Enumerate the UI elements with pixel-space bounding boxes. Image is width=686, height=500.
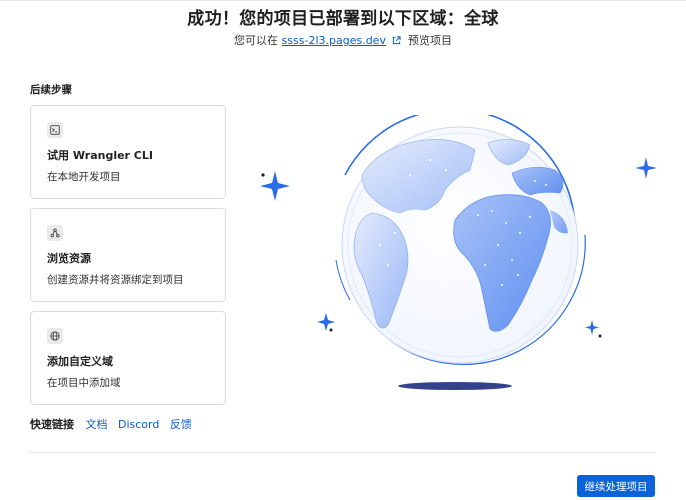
card-browse-resources[interactable]: 浏览资源 创建资源并将资源绑定到项目 [30,208,226,302]
subtitle-prefix: 您可以在 [234,34,279,47]
quick-links: 快速链接 文档 Discord 反馈 [30,416,199,432]
globe-icon [47,328,63,344]
divider [30,452,655,453]
quick-links-label: 快速链接 [30,418,74,431]
card-title: 添加自定义域 [47,355,113,368]
card-try-wrangler[interactable]: 试用 Wrangler CLI 在本地开发项目 [30,105,226,199]
feedback-link[interactable]: 反馈 [170,418,192,431]
page-title: 成功！您的项目已部署到以下区域：全球 [187,9,499,29]
card-description: 在项目中添加域 [47,377,121,389]
top-border [0,0,686,1]
card-title: 浏览资源 [47,252,91,265]
subtitle-suffix: 预览项目 [407,34,452,47]
card-description: 创建资源并将资源绑定到项目 [47,274,184,286]
discord-link[interactable]: Discord [118,418,159,431]
card-description: 在本地开发项目 [47,171,121,183]
subtitle: 您可以在 ssss-2l3.pages.dev 预览项目 [0,32,686,48]
card-title: 试用 Wrangler CLI [47,149,153,162]
card-add-custom-domain[interactable]: 添加自定义域 在项目中添加域 [30,311,226,405]
continue-project-button[interactable]: 继续处理项目 [577,475,655,497]
terminal-icon [47,122,63,138]
next-steps-title: 后续步骤 [30,84,72,96]
docs-link[interactable]: 文档 [86,418,108,431]
external-link-icon[interactable] [392,35,402,48]
preview-link[interactable]: ssss-2l3.pages.dev [282,34,386,47]
resource-icon [47,225,63,241]
earth-globe-illustration [260,115,657,390]
